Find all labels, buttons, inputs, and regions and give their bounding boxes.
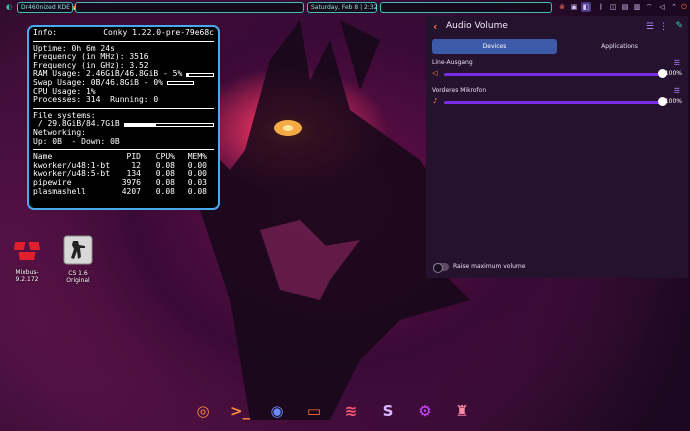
proc-mem: 0.08 — [187, 186, 207, 196]
files-icon[interactable]: ▭ — [301, 398, 327, 424]
raise-max-volume-toggle[interactable] — [433, 263, 449, 273]
conky-net-values: Up: 0B - Down: 0B — [33, 136, 120, 146]
bluetooth-icon[interactable]: ᛒ — [596, 2, 606, 12]
pin-icon[interactable]: ✎ — [675, 21, 683, 31]
storage-icon[interactable]: ▥ — [632, 2, 642, 12]
power-icon[interactable]: ⏻ — [679, 2, 689, 12]
conky-version: Conky 1.22.0-pre-79e68c — [103, 28, 214, 37]
top-panel: ◐ Dr460nized KDE 🔥 Saturday, Feb 8 | 2:3… — [0, 0, 690, 14]
volume-percent: 100% — [664, 98, 682, 105]
terminal-icon[interactable]: >_ — [227, 398, 253, 424]
browser-icon[interactable]: ◉ — [264, 398, 290, 424]
close-circle-icon[interactable]: ⊗ — [557, 2, 567, 12]
device-front-microphone: Vorderes Mikrofon ☰ ♪ 100% — [432, 87, 684, 108]
filesystem-usage-bar — [123, 122, 214, 127]
conky-divider — [33, 149, 214, 151]
microphone-icon[interactable]: ♪ — [433, 97, 437, 105]
desktop-icon-label: CS 1.6 Original — [66, 270, 90, 284]
device-options-icon[interactable]: ☰ — [674, 87, 680, 95]
volume-slider-row: ◁ 100% — [432, 68, 684, 80]
task-manager-area[interactable] — [75, 2, 304, 13]
conky-system-monitor: Info: Conky 1.22.0-pre-79e68c Uptime: 0h… — [27, 25, 220, 210]
ghost-icon[interactable]: ♜ — [449, 398, 475, 424]
back-arrow-icon[interactable]: ‹ — [433, 20, 438, 33]
proc-cpu: 0.08 — [155, 186, 175, 196]
clipboard-icon[interactable]: ▣ — [569, 2, 579, 12]
system-monitor-icon[interactable]: ≋ — [338, 398, 364, 424]
device-line-output: Line-Ausgang ☰ ◁ 100% — [432, 59, 684, 80]
volume-slider[interactable] — [444, 73, 664, 76]
s-app-icon[interactable]: S — [375, 398, 401, 424]
tab-devices[interactable]: Devices — [432, 39, 557, 54]
conky-divider — [33, 40, 214, 42]
dock: ◎ >_ ◉ ▭ ≋ S ⚙ ♜ — [190, 398, 475, 428]
ram-usage-bar — [186, 72, 214, 77]
desktop-icon-mixbus[interactable]: Mixbus-9.2.172 — [5, 238, 49, 283]
panel-label-pill[interactable]: Dr460nized KDE 🔥 — [17, 2, 79, 13]
desktop-icon-label: Mixbus-9.2.172 — [15, 269, 39, 283]
expand-tray-icon[interactable]: ⌃ — [669, 2, 679, 12]
conky-info-label: Info: — [33, 28, 58, 37]
volume-icon[interactable]: ◁ — [657, 2, 667, 12]
device-name: Vorderes Mikrofon — [432, 87, 487, 94]
configure-list-icon[interactable]: ☰ — [646, 22, 654, 32]
system-tray-area — [380, 2, 552, 13]
tab-applications[interactable]: Applications — [557, 39, 682, 54]
proc-pid: 4207 — [121, 186, 141, 196]
raise-max-volume-label: Raise maximum volume — [453, 263, 526, 270]
tab-bar: Devices Applications — [432, 39, 682, 54]
conky-processes: Processes: 314 Running: 0 — [33, 95, 159, 105]
desktop-icon-cs[interactable]: CS 1.6 Original — [56, 235, 100, 284]
device-options-icon[interactable]: ☰ — [674, 59, 680, 67]
audio-tray-icon[interactable]: ◧ — [581, 2, 591, 12]
garuda-icon[interactable]: ◎ — [190, 398, 216, 424]
speaker-icon[interactable]: ◁ — [432, 69, 437, 77]
conky-divider — [33, 107, 214, 109]
audio-volume-popup: ‹ Audio Volume ☰ ⋮ ✎ Devices Application… — [426, 16, 688, 278]
menu-icon[interactable]: ⋮ — [659, 22, 668, 32]
volume-percent: 100% — [664, 70, 682, 77]
swap-usage-bar — [167, 81, 195, 86]
network-wifi-icon[interactable]: ⌔ — [644, 2, 654, 12]
app-launcher-icon[interactable]: ◐ — [4, 2, 14, 12]
device-name: Line-Ausgang — [432, 59, 473, 66]
display-icon[interactable]: ▤ — [620, 2, 630, 12]
panel-title: Audio Volume — [446, 21, 508, 31]
notifications-icon[interactable]: ◫ — [608, 2, 618, 12]
volume-slider[interactable] — [444, 101, 664, 104]
volume-slider-row: ♪ 100% — [432, 96, 684, 108]
mixbus-icon — [13, 242, 41, 260]
settings-icon[interactable]: ⚙ — [412, 398, 438, 424]
clock[interactable]: Saturday, Feb 8 | 2:32 PM — [307, 2, 388, 13]
counter-strike-icon — [63, 235, 93, 265]
proc-name: plasmashell — [33, 186, 86, 196]
table-row: plasmashell 4207 0.08 0.08 — [33, 186, 214, 197]
